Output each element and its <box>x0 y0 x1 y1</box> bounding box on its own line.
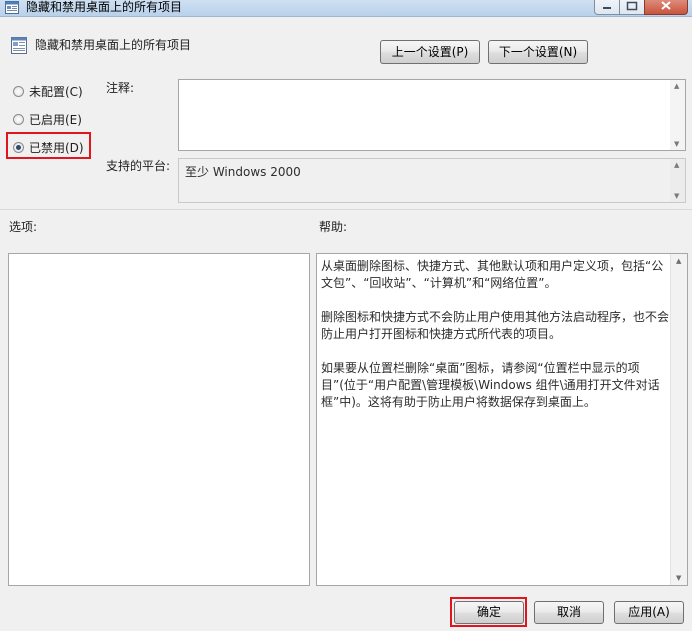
maximize-icon <box>626 1 638 11</box>
comment-textarea[interactable]: ▲ ▼ <box>178 79 686 151</box>
window-title: 隐藏和禁用桌面上的所有项目 <box>26 0 183 14</box>
help-panel: 从桌面删除图标、快捷方式、其他默认项和用户定义项，包括“公文包”、“回收站”、“… <box>316 253 688 586</box>
highlight-box <box>450 597 527 627</box>
maximize-button[interactable] <box>619 0 645 15</box>
close-icon <box>661 1 671 10</box>
policy-window-icon <box>5 1 19 14</box>
scroll-up-icon[interactable]: ▲ <box>674 82 679 90</box>
platform-scrollbar[interactable]: ▲ ▼ <box>670 159 685 202</box>
platform-field: 至少 Windows 2000 ▲ ▼ <box>178 158 686 203</box>
minimize-icon <box>603 7 611 9</box>
previous-setting-button[interactable]: 上一个设置(P) <box>380 40 480 64</box>
policy-setting-icon <box>11 37 27 54</box>
radio-label: 已启用(E) <box>29 112 82 127</box>
policy-title: 隐藏和禁用桌面上的所有项目 <box>35 38 192 52</box>
close-button[interactable] <box>644 0 688 15</box>
radio-not-configured[interactable]: 未配置(C) <box>13 82 83 100</box>
scroll-up-icon[interactable]: ▲ <box>676 257 681 265</box>
options-panel <box>8 253 310 586</box>
comment-label: 注释: <box>106 81 135 95</box>
scroll-down-icon[interactable]: ▼ <box>674 192 679 200</box>
help-paragraph: 从桌面删除图标、快捷方式、其他默认项和用户定义项，包括“公文包”、“回收站”、“… <box>321 259 664 290</box>
help-label: 帮助: <box>319 220 348 234</box>
options-label: 选项: <box>9 220 38 234</box>
comment-scrollbar[interactable]: ▲ ▼ <box>670 80 685 150</box>
section-divider <box>0 209 692 210</box>
cancel-button[interactable]: 取消 <box>534 601 604 624</box>
scroll-down-icon[interactable]: ▼ <box>676 574 681 582</box>
platform-value: 至少 Windows 2000 <box>185 165 301 179</box>
help-text: 从桌面删除图标、快捷方式、其他默认项和用户定义项，包括“公文包”、“回收站”、“… <box>321 258 669 428</box>
radio-enabled[interactable]: 已启用(E) <box>13 110 82 128</box>
platform-label: 支持的平台: <box>106 159 171 173</box>
next-setting-button[interactable]: 下一个设置(N) <box>488 40 588 64</box>
help-scrollbar[interactable]: ▲ ▼ <box>670 254 687 585</box>
highlight-box <box>6 132 91 159</box>
window-controls <box>594 0 688 15</box>
minimize-button[interactable] <box>594 0 620 15</box>
scroll-down-icon[interactable]: ▼ <box>674 140 679 148</box>
scroll-up-icon[interactable]: ▲ <box>674 161 679 169</box>
help-paragraph: 删除图标和快捷方式不会防止用户使用其他方法启动程序，也不会防止用户打开图标和快捷… <box>321 310 670 341</box>
radio-label: 未配置(C) <box>29 84 83 99</box>
apply-button[interactable]: 应用(A) <box>614 601 684 624</box>
radio-indicator[interactable] <box>13 113 24 125</box>
help-paragraph: 如果要从位置栏删除“桌面”图标，请参阅“位置栏中显示的项目”(位于“用户配置\管… <box>321 361 660 409</box>
radio-indicator[interactable] <box>13 85 24 97</box>
